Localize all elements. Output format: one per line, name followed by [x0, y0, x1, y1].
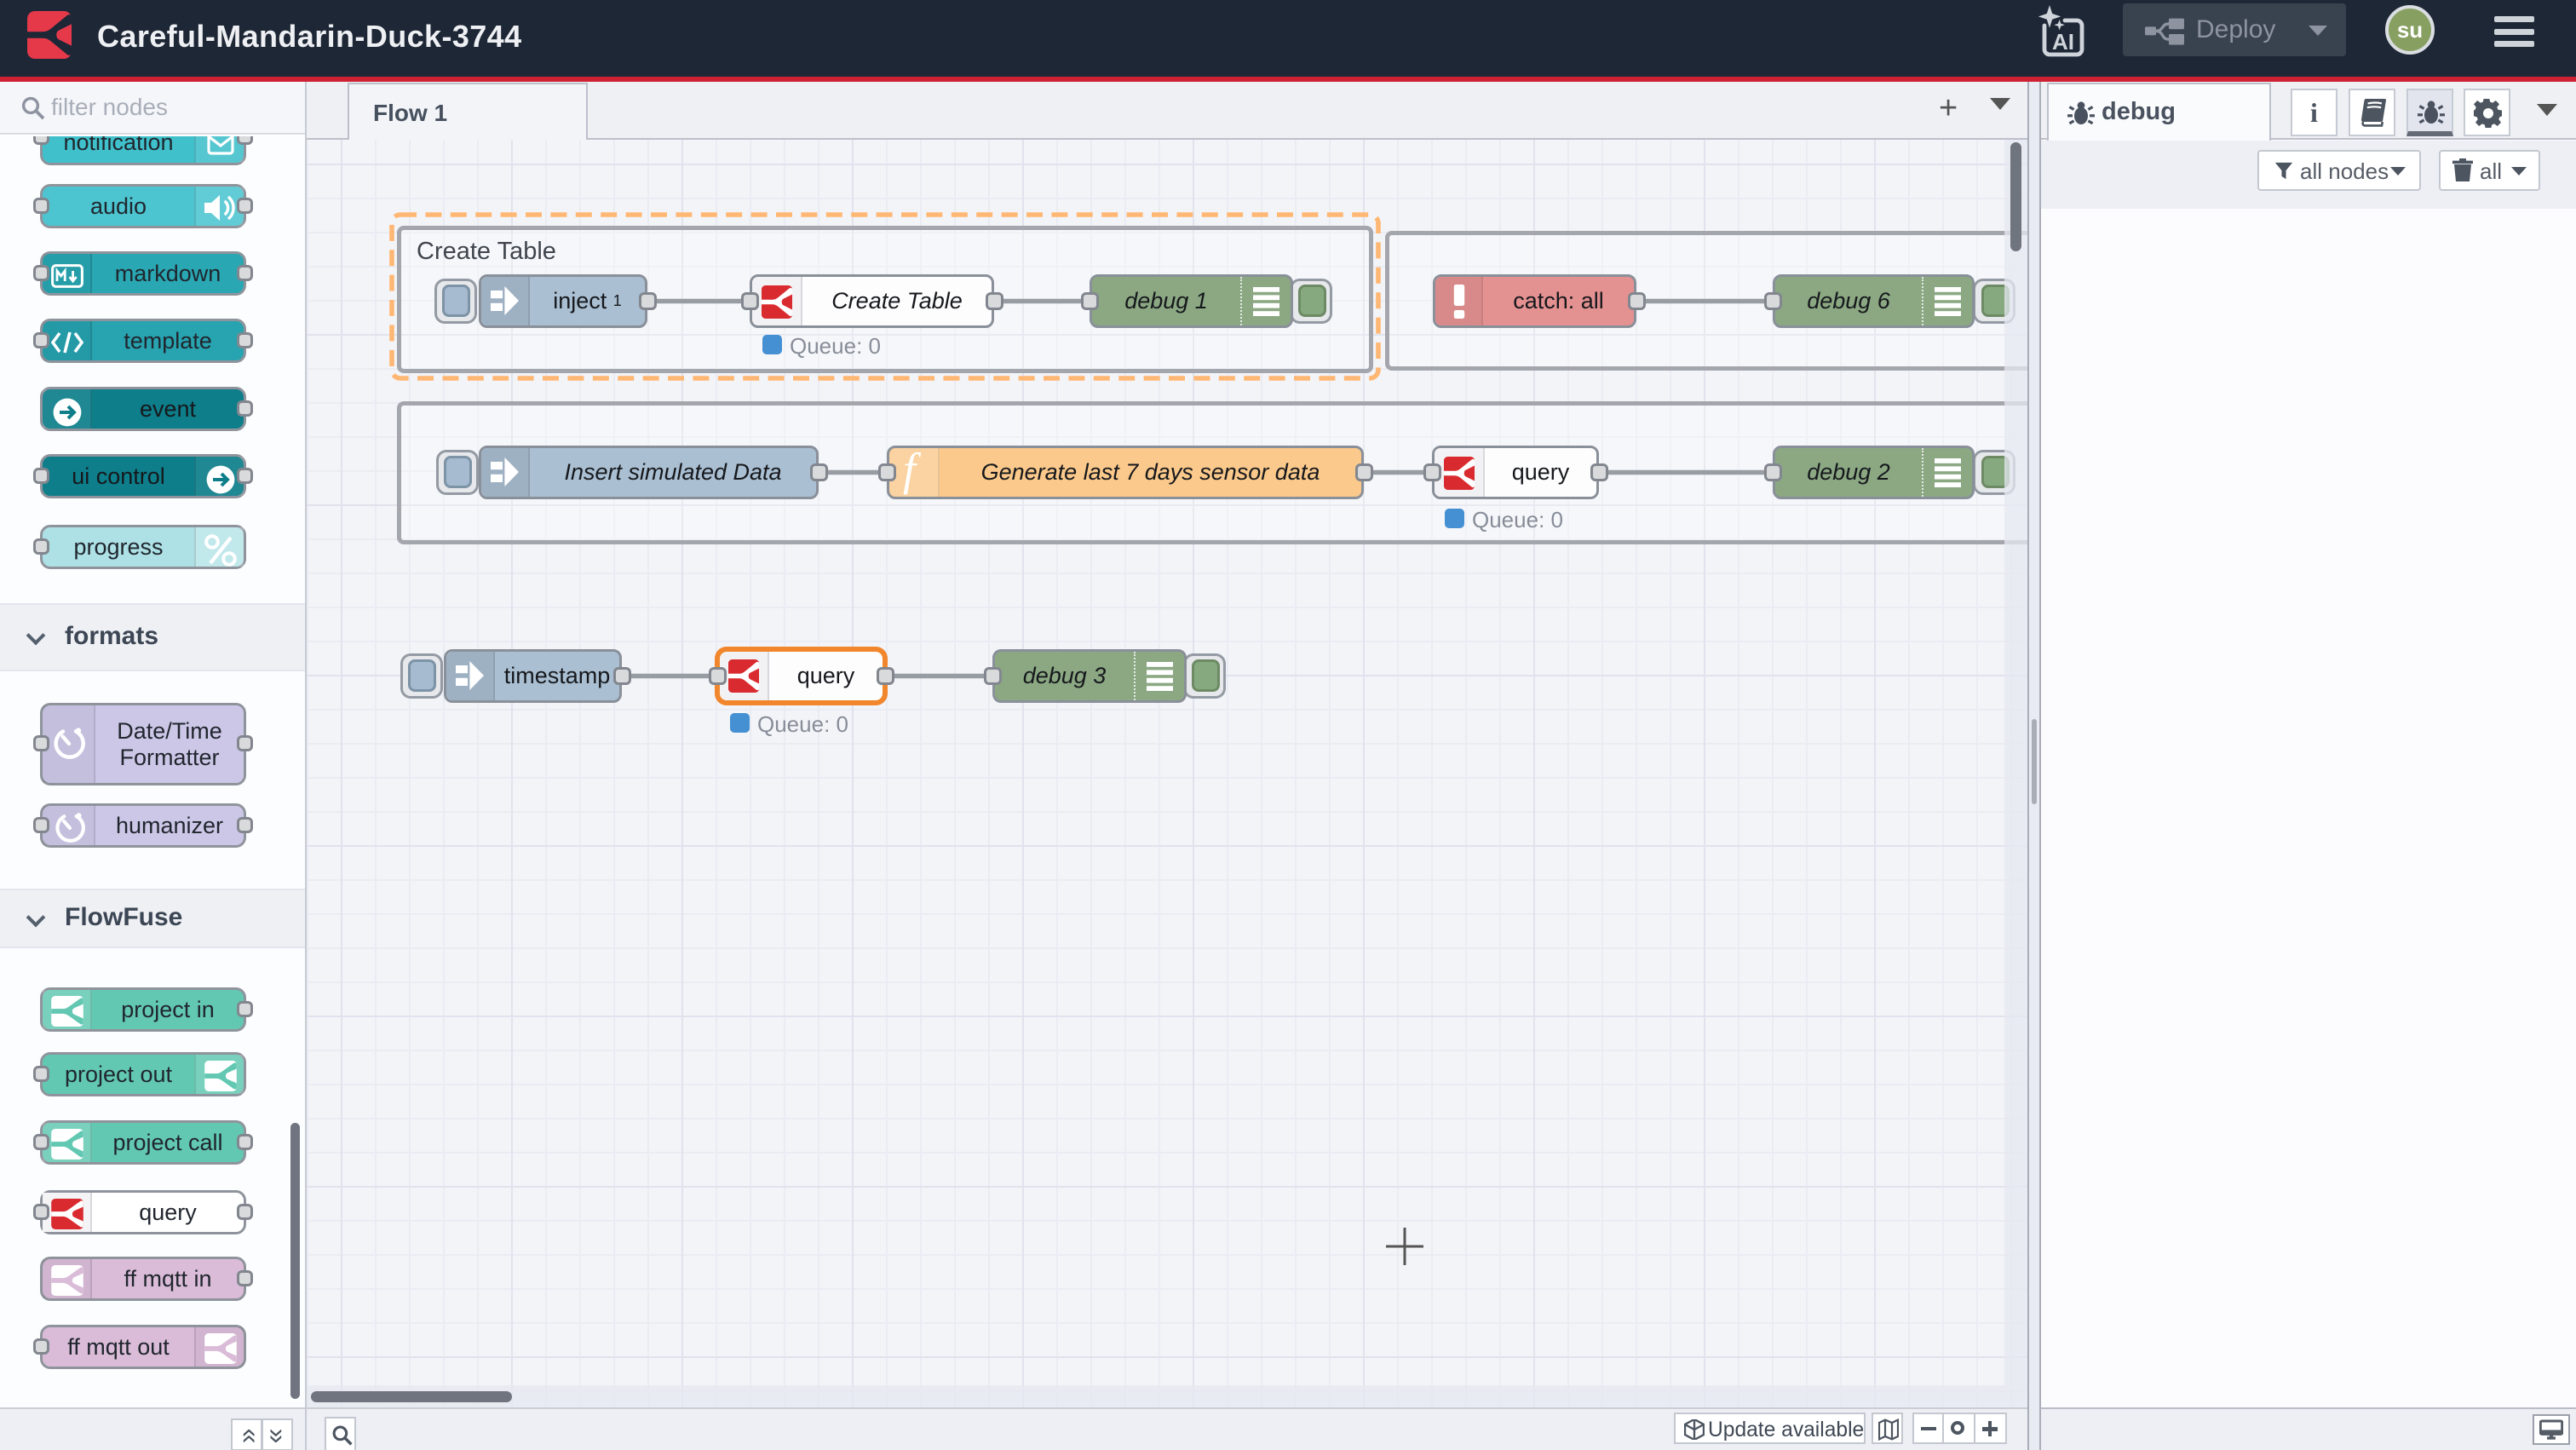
svg-text:AI: AI: [2052, 29, 2074, 55]
